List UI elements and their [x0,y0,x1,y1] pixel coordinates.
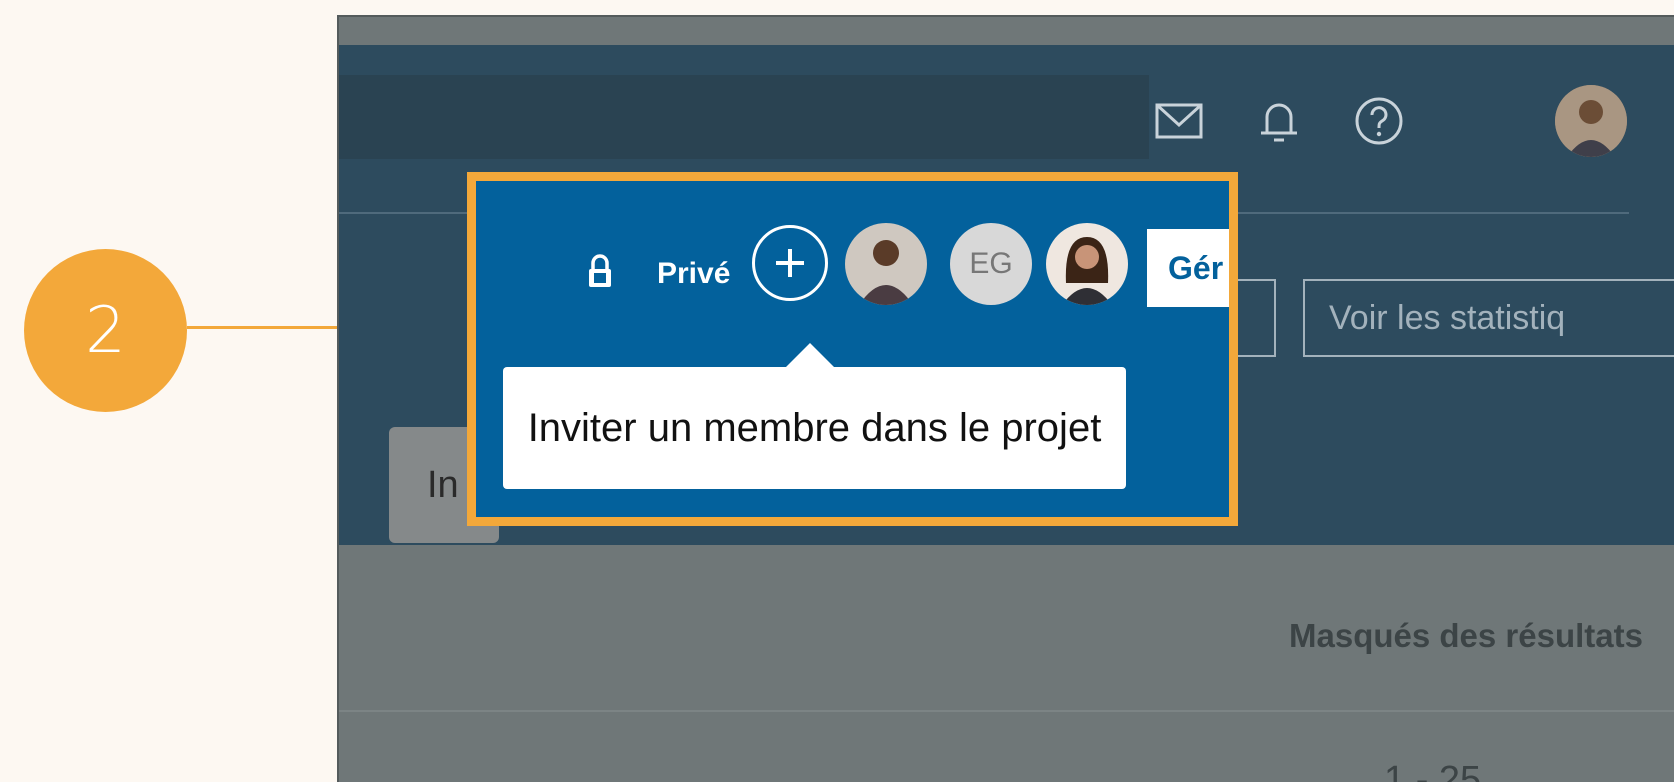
callout-number-badge: 2 [24,249,187,412]
invite-member-tooltip: Inviter un membre dans le projet [503,367,1126,489]
member-avatar[interactable] [1046,223,1128,305]
mail-icon[interactable] [1151,93,1207,149]
user-avatar[interactable] [1555,85,1627,157]
highlight-box: Privé EG Gér Inviter un membre dans le p… [467,172,1238,526]
member-avatar-initials[interactable]: EG [950,223,1032,305]
bell-icon[interactable] [1251,93,1307,149]
view-statistics-label: Voir les statistiq [1329,298,1566,337]
visibility-label: Privé [657,257,731,290]
tooltip-text: Inviter un membre dans le projet [527,405,1102,450]
tooltip-arrow [784,343,836,369]
pagination[interactable]: 1 - 25 [1384,759,1481,782]
manage-project-label: Gér [1168,249,1224,286]
member-avatar[interactable] [845,223,927,305]
help-icon[interactable] [1351,93,1407,149]
callout-number: 2 [85,293,126,368]
member-initials: EG [969,247,1013,280]
hidden-results-text: Masqués des résultats [1289,617,1643,654]
add-member-button[interactable] [752,225,828,301]
plus-icon [776,249,804,277]
invite-button-label: In [427,463,459,506]
lock-icon [589,254,611,287]
view-statistics-button[interactable]: Voir les statistiq [1303,279,1674,357]
results-divider [339,710,1674,712]
search-bar[interactable] [339,75,1149,159]
manage-project-button[interactable]: Gér [1147,229,1229,307]
